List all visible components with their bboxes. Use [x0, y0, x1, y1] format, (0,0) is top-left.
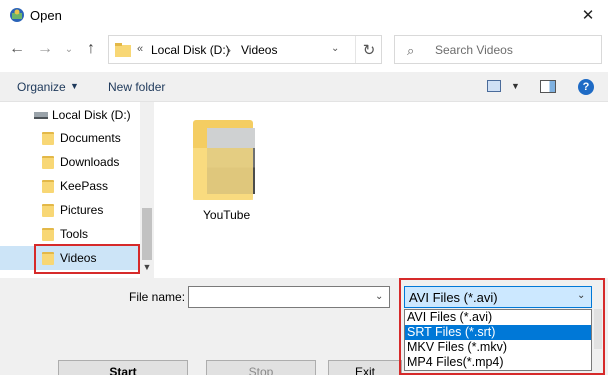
help-icon[interactable]: ?: [578, 79, 594, 95]
folder-icon: [42, 204, 54, 217]
organize-caret-icon[interactable]: ▼: [70, 81, 79, 91]
forward-button[interactable]: →: [34, 38, 56, 60]
sidebar-item-downloads[interactable]: Downloads: [0, 150, 140, 174]
back-button[interactable]: ←: [6, 38, 28, 60]
sidebar-item-keepass[interactable]: KeePass: [0, 174, 140, 198]
organize-menu[interactable]: Organize: [17, 80, 66, 94]
file-type-dropdown-list[interactable]: AVI Files (*.avi) SRT Files (*.srt) MKV …: [404, 309, 592, 371]
view-options-caret-icon[interactable]: ▼: [511, 81, 520, 91]
annotation-highlight-box: [34, 244, 140, 274]
stop-button[interactable]: Stop: [206, 360, 316, 375]
close-button[interactable]: ✕: [568, 0, 608, 30]
refresh-button[interactable]: ↻: [355, 36, 382, 63]
window-title: Open: [30, 8, 62, 23]
command-toolbar: Organize ▼ New folder ▼: [0, 72, 608, 102]
address-bar[interactable]: « Local Disk (D:) › Videos ⌄ ↻: [108, 35, 382, 64]
exit-button[interactable]: Exit: [328, 360, 402, 375]
sidebar-scrollbar[interactable]: ▼: [140, 102, 154, 278]
sidebar-item-documents[interactable]: Documents: [0, 126, 140, 150]
title-bar: Open ✕: [0, 0, 608, 30]
file-list: YouTube: [155, 102, 608, 278]
sidebar-item-tools[interactable]: Tools: [0, 222, 140, 246]
folder-icon: [42, 228, 54, 241]
folder-icon: [42, 180, 54, 193]
breadcrumb-local-disk[interactable]: Local Disk (D:): [151, 43, 230, 57]
search-input[interactable]: ⌕ Search Videos: [394, 35, 602, 64]
search-icon: ⌕: [407, 43, 415, 58]
start-button[interactable]: Start: [58, 360, 188, 375]
scroll-down-icon[interactable]: ▼: [142, 262, 152, 274]
file-name-field[interactable]: ⌄: [188, 286, 390, 308]
preview-pane-icon[interactable]: [540, 80, 556, 93]
folder-front: [193, 148, 253, 200]
sidebar-item-label: KeePass: [60, 179, 109, 193]
folder-item-youtube[interactable]: [193, 120, 257, 202]
drive-icon: [34, 112, 48, 119]
file-name-label: File name:: [129, 290, 186, 304]
navigation-pane: Local Disk (D:) Documents Downloads KeeP…: [0, 102, 154, 278]
sidebar-item-local-disk[interactable]: Local Disk (D:): [52, 108, 131, 122]
search-placeholder: Search Videos: [435, 43, 513, 57]
file-type-option-mkv[interactable]: MKV Files (*.mkv): [405, 340, 591, 355]
file-type-option-srt[interactable]: SRT Files (*.srt): [405, 325, 591, 340]
folder-icon: [42, 156, 54, 169]
sidebar-item-label: Tools: [60, 227, 89, 241]
app-icon: [10, 8, 24, 22]
sidebar-item-label: Documents: [60, 131, 121, 145]
sidebar-item-pictures[interactable]: Pictures: [0, 198, 140, 222]
new-folder-button[interactable]: New folder: [108, 80, 165, 94]
file-type-option-avi[interactable]: AVI Files (*.avi): [405, 310, 591, 325]
address-dropdown-icon[interactable]: ⌄: [331, 43, 339, 54]
sidebar-item-label: Pictures: [60, 203, 104, 217]
breadcrumb-overflow[interactable]: «: [137, 43, 143, 55]
up-button[interactable]: ↑: [80, 38, 102, 60]
scrollbar-thumb[interactable]: [142, 208, 152, 260]
file-name-dropdown-icon[interactable]: ⌄: [375, 291, 383, 302]
folder-icon: [42, 132, 54, 145]
recent-locations-button[interactable]: ⌄: [62, 40, 76, 58]
change-view-icon[interactable]: [487, 80, 501, 92]
folder-item-label[interactable]: YouTube: [203, 208, 250, 222]
folder-icon: [115, 43, 131, 60]
file-type-option-mp4[interactable]: MP4 Files(*.mp4): [405, 355, 591, 370]
breadcrumb-videos[interactable]: Videos: [241, 43, 277, 57]
sidebar-item-label: Downloads: [60, 155, 120, 169]
breadcrumb-separator[interactable]: ›: [227, 43, 231, 57]
